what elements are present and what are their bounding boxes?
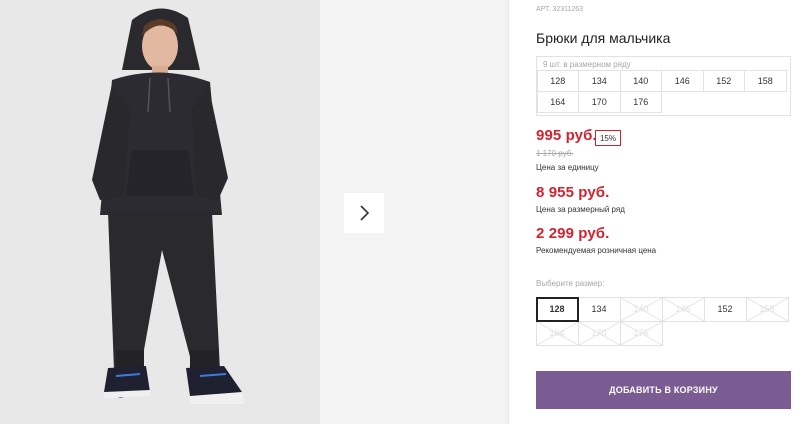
unavailable-cross-icon [746, 297, 788, 321]
discount-badge: 15% [595, 130, 621, 146]
article-number: АРТ. 32311263 [536, 6, 584, 13]
size-range-caption: 9 шт. в размерном ряду [543, 60, 631, 69]
product-photo-illustration [0, 0, 320, 424]
retail-price: 2 299 руб. [536, 225, 610, 242]
size-range-cell: 134 [578, 69, 621, 92]
unavailable-cross-icon [662, 297, 704, 321]
unit-price-caption: Цена за единицу [536, 163, 599, 172]
unit-price: 995 руб. [536, 127, 597, 144]
product-gallery [0, 0, 508, 424]
old-price: 1 170 руб. [536, 149, 574, 158]
size-range-cell: 170 [578, 90, 621, 113]
size-range-cell: 176 [619, 90, 662, 113]
size-range-box: 9 шт. в размерном ряду 128 134 140 146 152 15… [536, 56, 791, 116]
product-title: Брюки для мальчика [536, 30, 671, 46]
size-picker: 128 134 140146 152 158 164170176 [535, 296, 794, 346]
size-option-unavailable-176: 176 [619, 320, 663, 346]
size-range-cell: 128 [536, 69, 579, 92]
size-option-unavailable-164: 164 [535, 320, 579, 346]
range-price-caption: Цена за размерный ряд [536, 205, 625, 214]
size-option-label: 134 [591, 304, 607, 314]
size-range-cell: 146 [661, 69, 704, 92]
size-option-unavailable-140: 140 [619, 296, 663, 322]
unavailable-cross-icon [620, 297, 662, 321]
chevron-right-icon [360, 205, 370, 221]
product-photo [0, 0, 320, 424]
unavailable-cross-icon [620, 321, 662, 345]
unavailable-cross-icon [536, 321, 578, 345]
next-image-button[interactable] [344, 193, 384, 233]
size-option-128[interactable]: 128 [535, 296, 579, 322]
size-range-cell: 152 [702, 69, 745, 92]
size-option-label: 128 [549, 304, 565, 314]
size-option-unavailable-170: 170 [577, 320, 621, 346]
size-range-cell: 158 [744, 69, 787, 92]
size-range-cell: 164 [536, 90, 579, 113]
size-range-cell: 140 [619, 69, 662, 92]
size-option-134[interactable]: 134 [577, 296, 621, 322]
choose-size-label: Выберите размер: [536, 279, 605, 288]
range-price: 8 955 руб. [536, 184, 610, 201]
size-option-152[interactable]: 152 [703, 296, 747, 322]
size-option-unavailable-146: 146 [661, 296, 705, 322]
vertical-divider [508, 0, 509, 424]
retail-price-caption: Рекомендуемая розничная цена [536, 246, 657, 255]
size-range-grid: 128 134 140 146 152 158 164 170 176 [536, 69, 792, 113]
size-option-label: 152 [717, 304, 733, 314]
unavailable-cross-icon [578, 321, 620, 345]
add-to-cart-button[interactable]: ДОБАВИТЬ В КОРЗИНУ [536, 371, 791, 409]
size-option-unavailable-158: 158 [745, 296, 789, 322]
